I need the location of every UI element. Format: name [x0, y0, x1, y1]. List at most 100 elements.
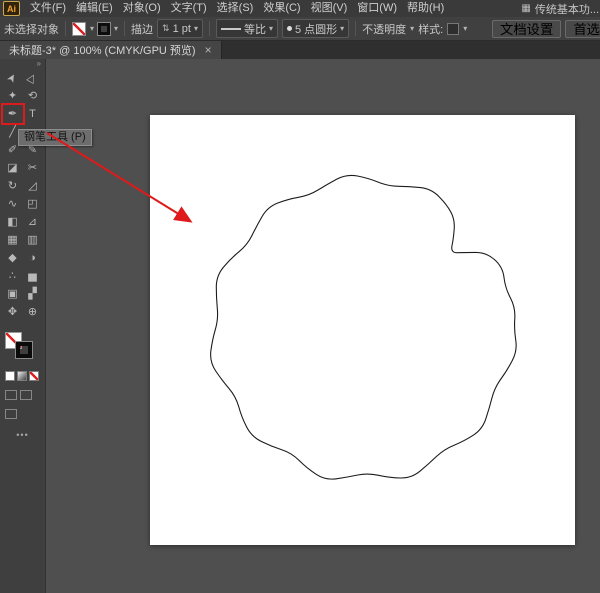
stroke-weight-caret-icon[interactable]: ▾ — [194, 24, 198, 33]
artboard-canvas — [210, 174, 517, 480]
pen-tool-icon: ✒ — [7, 107, 18, 120]
column-graph-tool-icon: ▅ — [28, 269, 37, 282]
menu-edit[interactable]: 编辑(E) — [71, 0, 118, 17]
style-swatch[interactable] — [447, 22, 460, 35]
brush-dropdown[interactable]: 5 点圆形 ▾ — [281, 19, 350, 38]
menu-effect[interactable]: 效果(C) — [258, 0, 305, 17]
line-segment-tool-icon: ╱ — [9, 125, 16, 138]
menu-file[interactable]: 文件(F) — [25, 0, 71, 17]
scale-tool-icon: ◿ — [28, 179, 37, 192]
artboard-tool-icon: ▣ — [7, 287, 18, 300]
symbol-sprayer-tool[interactable]: ∴ — [3, 267, 23, 285]
scissors-tool[interactable]: ✂ — [23, 159, 43, 177]
slice-tool-icon: ▞ — [28, 287, 37, 300]
stroke-swatch-black[interactable] — [15, 341, 33, 359]
workspace-switcher[interactable]: ▦ 传统基本功... — [521, 1, 599, 17]
artboard[interactable] — [150, 115, 575, 545]
eyedropper-tool-icon: ◆ — [8, 251, 17, 264]
document-tab-title: 未标题-3* @ 100% (CMYK/GPU 预览) — [9, 45, 196, 57]
fill-caret-icon[interactable]: ▾ — [90, 24, 94, 33]
rotate-tool[interactable]: ↻ — [3, 177, 23, 195]
draw-normal-button[interactable] — [5, 390, 17, 400]
stroke-color-swatch[interactable] — [97, 21, 112, 36]
menu-type[interactable]: 文字(T) — [166, 0, 212, 17]
style-caret-icon[interactable]: ▾ — [463, 24, 467, 33]
drawn-shape-path[interactable] — [210, 174, 517, 480]
hand-tool[interactable]: ✥ — [3, 303, 23, 321]
pen-tool-tooltip: 钢笔工具 (P) — [18, 129, 92, 146]
none-button[interactable] — [29, 371, 39, 381]
stroke-weight-stepper[interactable]: ⇅ 1 pt ▾ — [157, 19, 203, 38]
workspace-label: 传统基本功... — [534, 3, 599, 16]
shape-builder-tool-icon: ◧ — [7, 215, 18, 228]
document-tab[interactable]: 未标题-3* @ 100% (CMYK/GPU 预览) × — [0, 41, 222, 59]
zoom-tool[interactable]: ⊕ — [23, 303, 43, 321]
gradient-tool[interactable]: ▥ — [23, 231, 43, 249]
tab-close-icon[interactable]: × — [205, 44, 212, 56]
artboard-tool[interactable]: ▣ — [3, 285, 23, 303]
width-profile-value: 等比 — [243, 23, 266, 36]
draw-behind-button[interactable] — [20, 390, 32, 400]
hand-tool-icon: ✥ — [7, 305, 18, 318]
lasso-tool[interactable]: ⟲ — [23, 87, 43, 105]
mesh-tool-icon: ▦ — [7, 233, 18, 246]
direct-selection-tool[interactable]: ▷ — [23, 69, 43, 87]
opacity-label[interactable]: 不透明度 — [362, 21, 406, 37]
selection-status: 未选择对象 — [4, 23, 59, 36]
round-brush-icon — [286, 26, 292, 31]
color-mode-row — [5, 371, 45, 381]
menu-help[interactable]: 帮助(H) — [402, 0, 449, 17]
gradient-tool-icon: ▥ — [27, 233, 38, 246]
illustrator-logo-icon: Ai — [3, 1, 20, 16]
opacity-caret-icon[interactable]: ▾ — [410, 24, 414, 33]
shape-builder-tool[interactable]: ◧ — [3, 213, 23, 231]
fill-color-swatch[interactable] — [72, 21, 86, 36]
workspace-grid-icon: ▦ — [521, 3, 531, 14]
free-transform-tool[interactable]: ◰ — [23, 195, 43, 213]
gradient-button[interactable] — [17, 371, 27, 381]
selection-tool[interactable]: ➤ — [3, 69, 23, 87]
width-profile-dropdown[interactable]: 等比 ▾ — [215, 19, 278, 38]
style-label[interactable]: 样式: — [418, 21, 443, 37]
eraser-tool-icon: ◪ — [7, 161, 18, 174]
stroke-profile-line-icon — [220, 27, 241, 30]
width-profile-caret-icon: ▾ — [268, 24, 273, 33]
stroke-weight-value[interactable]: 1 pt — [173, 23, 191, 35]
pen-tool[interactable]: ✒ — [3, 105, 23, 123]
menu-view[interactable]: 视图(V) — [306, 0, 353, 17]
width-tool[interactable]: ∿ — [3, 195, 23, 213]
menu-select[interactable]: 选择(S) — [212, 0, 259, 17]
stepper-arrows-icon[interactable]: ⇅ — [162, 23, 170, 34]
perspective-grid-tool[interactable]: ⊿ — [23, 213, 43, 231]
magic-wand-tool[interactable]: ✦ — [3, 87, 23, 105]
document-setup-button[interactable]: 文档设置 — [492, 19, 562, 38]
color-button[interactable] — [5, 371, 15, 381]
scale-tool[interactable]: ◿ — [23, 177, 43, 195]
control-bar: 未选择对象 ▾ ▾ 描边 ⇅ 1 pt ▾ 等比 ▾ 5 点圆形 ▾ 不透明度 … — [0, 17, 600, 41]
document-tab-bar: 未标题-3* @ 100% (CMYK/GPU 预览) × — [0, 41, 600, 59]
pencil-tool-icon: ✎ — [27, 143, 38, 156]
stroke-caret-icon[interactable]: ▾ — [114, 24, 118, 33]
eraser-tool[interactable]: ◪ — [3, 159, 23, 177]
symbol-sprayer-tool-icon: ∴ — [9, 269, 16, 282]
toolbar-collapse[interactable]: » — [0, 59, 45, 69]
screen-mode-button[interactable] — [5, 409, 17, 419]
blend-tool[interactable]: ◑ — [23, 249, 43, 267]
menu-window[interactable]: 窗口(W) — [352, 0, 402, 17]
menu-object[interactable]: 对象(O) — [118, 0, 166, 17]
zoom-tool-icon: ⊕ — [27, 305, 38, 318]
blend-tool-icon: ◑ — [29, 251, 36, 264]
eyedropper-tool[interactable]: ◆ — [3, 249, 23, 267]
slice-tool[interactable]: ▞ — [23, 285, 43, 303]
lasso-tool-icon: ⟲ — [27, 89, 38, 102]
stroke-label[interactable]: 描边 — [131, 21, 153, 37]
type-tool[interactable]: T — [23, 105, 43, 123]
free-transform-tool-icon: ◰ — [27, 197, 38, 210]
separator — [355, 21, 357, 36]
preferences-button[interactable]: 首选 — [565, 19, 600, 38]
column-graph-tool[interactable]: ▅ — [23, 267, 43, 285]
edit-toolbar-button[interactable]: ••• — [0, 430, 45, 440]
pasteboard[interactable] — [46, 59, 600, 593]
mesh-tool[interactable]: ▦ — [3, 231, 23, 249]
selection-tool-icon: ➤ — [4, 70, 20, 85]
